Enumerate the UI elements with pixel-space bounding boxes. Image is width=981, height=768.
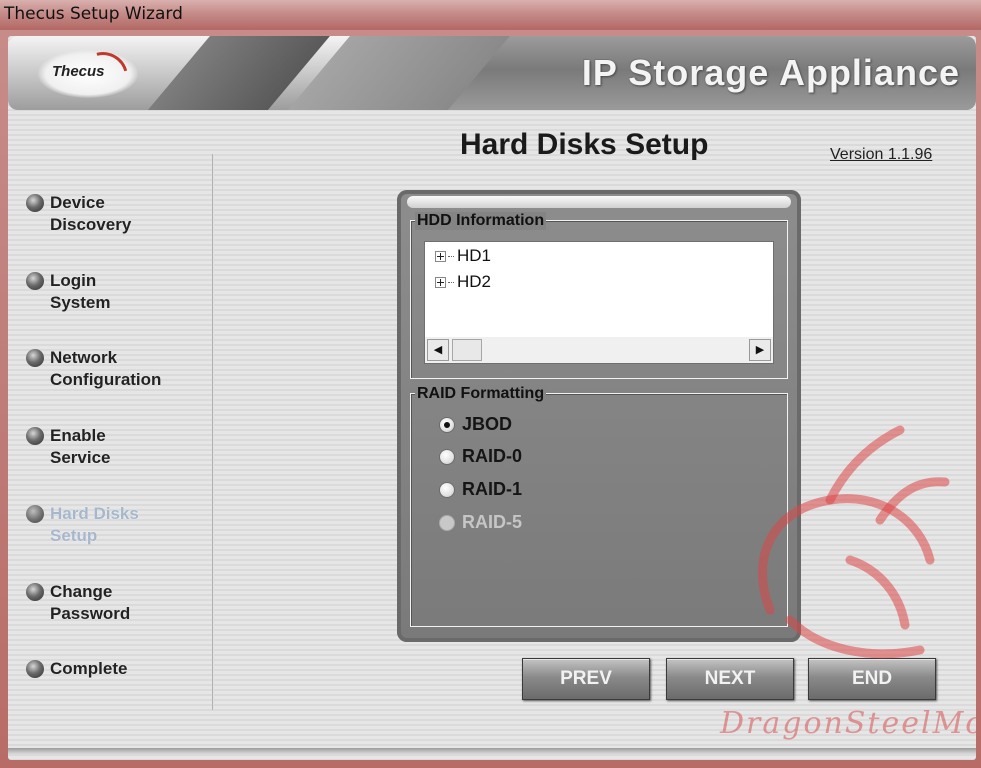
bullet-icon xyxy=(26,272,44,290)
radio-raid-0[interactable]: RAID-0 xyxy=(439,446,522,467)
scroll-right-icon[interactable]: ▶ xyxy=(749,339,771,361)
bullet-icon xyxy=(26,194,44,212)
sidebar-divider xyxy=(212,154,214,710)
dragon-watermark-icon xyxy=(758,425,950,659)
version-link[interactable]: Version 1.1.96 xyxy=(830,146,932,164)
wizard-steps: Device Discovery Login System Network Confi… xyxy=(8,154,208,714)
radio-jbod[interactable]: JBOD xyxy=(439,414,512,435)
step-network-configuration: Network Configuration xyxy=(26,347,200,391)
expand-icon[interactable] xyxy=(435,250,446,262)
radio-icon[interactable] xyxy=(439,481,455,498)
bottom-border xyxy=(8,748,976,754)
step-hard-disks-setup: Hard Disks Setup xyxy=(26,503,200,547)
radio-raid-1[interactable]: RAID-1 xyxy=(439,479,522,500)
step-device-discovery: Device Discovery xyxy=(26,192,200,236)
header-banner: Thecus IP Storage Appliance xyxy=(8,36,976,110)
radio-icon[interactable] xyxy=(439,448,455,465)
expand-icon[interactable] xyxy=(435,276,446,288)
title-bar: Thecus Setup Wizard xyxy=(0,0,981,30)
bullet-icon xyxy=(26,349,44,367)
bullet-icon xyxy=(26,505,44,523)
app-title: IP Storage Appliance xyxy=(581,52,960,93)
scroll-left-icon[interactable]: ◀ xyxy=(427,339,449,361)
window-title: Thecus Setup Wizard xyxy=(4,4,183,24)
bullet-icon xyxy=(26,427,44,445)
step-complete: Complete xyxy=(26,658,200,680)
raid-group-title: RAID Formatting xyxy=(415,385,547,403)
hdd-group-title: HDD Information xyxy=(415,212,547,230)
tree-item-hd1[interactable]: HD1 xyxy=(435,246,491,266)
scroll-thumb[interactable] xyxy=(452,339,482,361)
step-change-password: Change Password xyxy=(26,581,200,625)
bullet-icon xyxy=(26,660,44,678)
tree-item-hd2[interactable]: HD2 xyxy=(435,272,491,292)
step-login-system: Login System xyxy=(26,270,200,314)
hdd-tree[interactable]: HD1 HD2 xyxy=(424,241,774,339)
hdd-information-group: HDD Information HD1 HD2 ◀ ▶ xyxy=(410,212,788,379)
prev-button[interactable]: PREV xyxy=(522,658,650,700)
wizard-client: Thecus IP Storage Appliance Device Discov… xyxy=(8,36,976,760)
radio-icon[interactable] xyxy=(439,416,455,433)
step-enable-service: Enable Service xyxy=(26,425,200,469)
page-title: Hard Disks Setup xyxy=(460,128,709,161)
bullet-icon xyxy=(26,583,44,601)
watermark-text: DragonSteelMods xyxy=(720,706,976,741)
horizontal-scrollbar[interactable]: ◀ ▶ xyxy=(424,337,774,364)
logo-text: Thecus xyxy=(52,63,105,80)
radio-raid-5: RAID-5 xyxy=(439,512,522,533)
radio-icon xyxy=(439,514,455,531)
